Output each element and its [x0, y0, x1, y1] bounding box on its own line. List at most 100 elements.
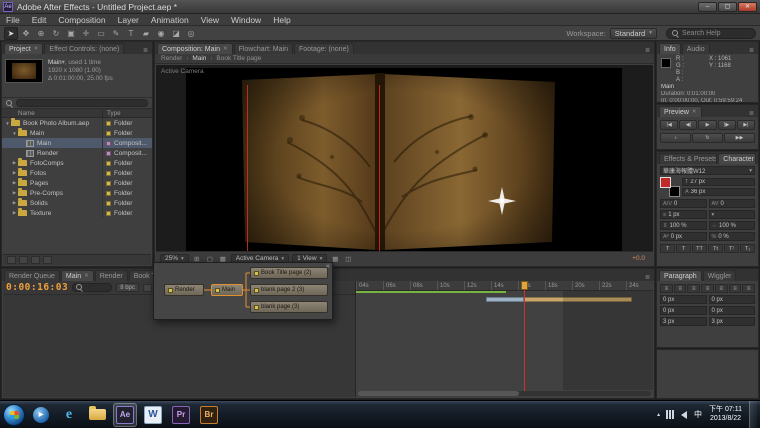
close-icon[interactable]: ✕ — [34, 46, 39, 52]
flowchart-node-blank-page-2[interactable]: blank page 2 (3) — [250, 284, 328, 296]
table-row[interactable]: ▶ Solids Folder — [2, 198, 152, 208]
fill-color-swatch[interactable] — [660, 177, 671, 188]
tab-info[interactable]: Info — [659, 43, 681, 54]
tab-audio[interactable]: Audio — [682, 43, 710, 54]
timeline-horizontal-scrollbar[interactable] — [358, 391, 651, 396]
maximize-button[interactable]: ▢ — [718, 2, 737, 12]
play-button[interactable]: ▶ — [698, 120, 716, 130]
guide-line[interactable] — [247, 85, 248, 251]
label-swatch[interactable] — [106, 211, 111, 216]
tab-footage-none[interactable]: Footage: (none) — [294, 43, 354, 54]
fast-preview-icon[interactable]: ◫ — [343, 254, 353, 264]
menu-help[interactable]: Help — [267, 14, 296, 26]
label-swatch[interactable] — [106, 201, 111, 206]
tab-wiggler[interactable]: Wiggler — [703, 270, 737, 281]
guide-line[interactable] — [379, 85, 380, 251]
justify-last-right-button[interactable]: ≡ — [729, 284, 742, 293]
show-desktop-button[interactable] — [749, 401, 757, 428]
exposure-value[interactable]: +0.0 — [632, 255, 645, 262]
pan-behind-tool-icon[interactable]: ✛ — [79, 27, 93, 40]
table-row[interactable]: ▶ Pre-Comps Folder — [2, 188, 152, 198]
stroke-style-dropdown[interactable]: ▾ — [709, 210, 756, 219]
zoom-tool-icon[interactable]: ⊕ — [34, 27, 48, 40]
time-ruler[interactable]: 04s 06s 08s 10s 12s 14s 16s 18s 20s 22s … — [356, 281, 653, 291]
tracking-field[interactable]: AV0 — [709, 199, 756, 208]
flowchart-node-blank-page[interactable]: blank page (3) — [250, 301, 328, 313]
new-folder-icon[interactable] — [19, 256, 28, 264]
flowchart-node-main[interactable]: Main — [211, 284, 243, 296]
menu-window[interactable]: Window — [225, 14, 267, 26]
shape-tool-icon[interactable]: ▭ — [94, 27, 108, 40]
tab-paragraph[interactable]: Paragraph — [659, 270, 702, 281]
breadcrumb-main[interactable]: Main — [192, 55, 206, 62]
flowchart-node-render[interactable]: Render — [164, 284, 204, 296]
tab-composition-main[interactable]: Composition: Main ✕ — [157, 43, 233, 54]
interpret-footage-icon[interactable] — [7, 256, 16, 264]
next-frame-button[interactable]: |▶ — [718, 120, 736, 130]
breadcrumb-book-title-page[interactable]: Book Title page — [216, 55, 261, 62]
label-swatch[interactable] — [106, 171, 111, 176]
space-after-field[interactable]: 3 px — [660, 317, 707, 326]
tab-project[interactable]: Project ✕ — [4, 43, 43, 54]
menu-file[interactable]: File — [0, 14, 26, 26]
flowchart-node-book-title-page[interactable]: Book Title page (2) — [250, 267, 328, 279]
last-frame-button[interactable]: ▶| — [737, 120, 755, 130]
eraser-tool-icon[interactable]: ◪ — [169, 27, 183, 40]
menu-edit[interactable]: Edit — [26, 14, 53, 26]
font-size-field[interactable]: T27 px — [682, 178, 755, 186]
close-icon[interactable]: ✕ — [84, 273, 89, 279]
selection-tool-icon[interactable]: ➤ — [4, 27, 18, 40]
tab-flowchart-main[interactable]: Flowchart: Main — [234, 43, 293, 54]
ram-preview-button[interactable]: ▶▶ — [724, 133, 755, 143]
twirl-icon[interactable]: ▶ — [11, 200, 18, 206]
close-button[interactable]: ✕ — [738, 2, 757, 12]
tab-timeline-main[interactable]: Main ✕ — [61, 270, 94, 281]
menu-animation[interactable]: Animation — [145, 14, 195, 26]
faux-italic-button[interactable]: T — [676, 244, 691, 253]
layer-duration-bar[interactable] — [486, 297, 524, 302]
panel-menu-icon[interactable]: ≣ — [747, 47, 756, 54]
twirl-icon[interactable]: ▶ — [11, 210, 18, 216]
taskbar-bridge[interactable]: Br — [197, 403, 221, 427]
all-caps-button[interactable]: TT — [692, 244, 707, 253]
table-row[interactable]: ▶ Texture Folder — [2, 208, 152, 218]
taskbar-internet-explorer[interactable]: e — [57, 403, 81, 427]
tab-preview[interactable]: Preview ✕ — [659, 106, 702, 117]
twirl-icon[interactable]: ▶ — [11, 170, 18, 176]
rotation-tool-icon[interactable]: ↻ — [49, 27, 63, 40]
tab-effect-controls[interactable]: Effect Controls: (none) — [44, 43, 124, 54]
timeline-track-area[interactable]: 04s 06s 08s 10s 12s 14s 16s 18s 20s 22s … — [356, 281, 653, 397]
taskbar-windows-explorer[interactable] — [85, 403, 109, 427]
leading-field[interactable]: A36 px — [682, 188, 755, 196]
indent-left-field[interactable]: 0 px — [660, 295, 707, 304]
column-type[interactable]: Type — [102, 110, 152, 117]
table-row[interactable]: ▶ Pages Folder — [2, 178, 152, 188]
composition-viewport[interactable]: Active Camera — [156, 65, 653, 251]
cti-handle[interactable] — [521, 281, 528, 290]
hidden-icons-button[interactable]: ▲ — [656, 412, 661, 418]
column-name[interactable]: Name — [2, 110, 102, 117]
table-row-selected[interactable]: Main Composit... — [2, 138, 152, 148]
space-before-field[interactable]: 0 px — [709, 306, 756, 315]
first-line-indent-field[interactable]: 0 px — [660, 306, 707, 315]
tab-timeline-render[interactable]: Render — [95, 270, 128, 281]
close-icon[interactable]: ✕ — [692, 109, 697, 115]
taskbar-clock[interactable]: 下午 07:11 2013/8/22 — [709, 406, 744, 423]
align-right-button[interactable]: ≡ — [687, 284, 700, 293]
current-time-indicator[interactable] — [524, 281, 525, 391]
small-caps-button[interactable]: Tt — [708, 244, 723, 253]
justify-all-button[interactable]: ≡ — [742, 284, 755, 293]
kerning-field[interactable]: A/V0 — [660, 199, 707, 208]
taskbar-word[interactable]: W — [141, 403, 165, 427]
audio-button[interactable]: ♪ — [660, 133, 691, 143]
network-icon[interactable] — [666, 410, 676, 419]
horizontal-scale-field[interactable]: ⇔100 % — [709, 221, 756, 230]
clone-stamp-tool-icon[interactable]: ◉ — [154, 27, 168, 40]
tab-render-queue[interactable]: Render Queue — [4, 270, 60, 281]
language-indicator[interactable]: 中 — [692, 408, 704, 421]
loop-button[interactable]: ↻ — [692, 133, 723, 143]
prev-frame-button[interactable]: ◀| — [679, 120, 697, 130]
first-frame-button[interactable]: |◀ — [660, 120, 678, 130]
workspace-dropdown[interactable]: Standard ▾ — [610, 28, 657, 39]
search-help-input[interactable]: Search Help — [666, 28, 756, 39]
